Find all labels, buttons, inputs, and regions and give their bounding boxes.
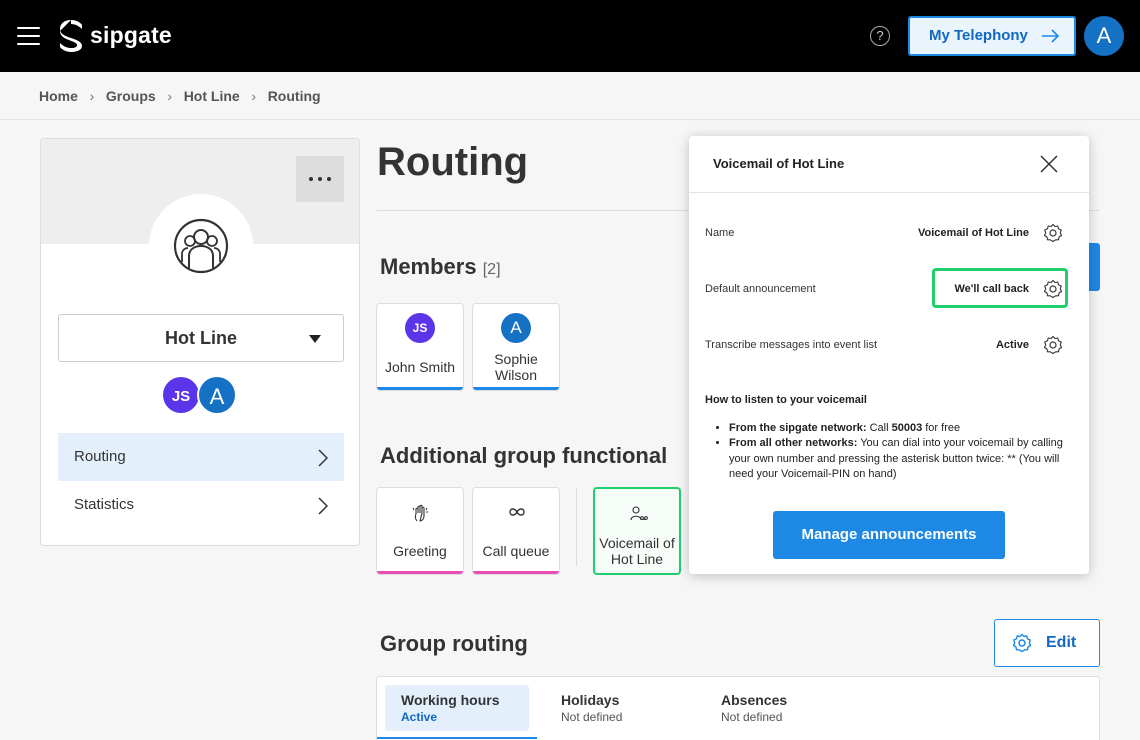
- breadcrumb-bar: Home › Groups › Hot Line › Routing: [0, 72, 1140, 120]
- breadcrumb-groups[interactable]: Groups: [106, 88, 156, 104]
- breadcrumb-routing: Routing: [267, 88, 321, 104]
- instructions-title: How to listen to your voicemail: [705, 394, 867, 406]
- edit-label: Edit: [1046, 634, 1077, 651]
- setting-label: Name: [705, 227, 735, 239]
- voicemail-person-icon: [630, 506, 648, 521]
- instruction-text: Call: [866, 421, 892, 434]
- member-name: John Smith: [384, 359, 456, 375]
- instruction-heading: From the sipgate network:: [729, 421, 867, 434]
- member-avatar: JS: [405, 313, 435, 343]
- group-avatar: [149, 194, 253, 298]
- function-name: Greeting: [393, 543, 447, 559]
- sidebar-item-label: Statistics: [74, 496, 135, 513]
- member-name: Sophie Wilson: [494, 351, 538, 383]
- member-avatar-a[interactable]: A: [197, 375, 237, 415]
- tile-accent: [473, 571, 559, 574]
- member-avatar-js[interactable]: JS: [161, 375, 201, 415]
- function-name: Voicemail of Hot Line: [599, 535, 675, 567]
- members-heading: Members [2]: [380, 254, 501, 280]
- functions-heading: Additional group functional: [380, 443, 668, 468]
- group-card: Hot Line JS A Routing Statistics: [40, 138, 360, 546]
- group-name: Hot Line: [165, 328, 237, 348]
- popover-title: Voicemail of Hot Line: [713, 156, 845, 171]
- members-title: Members: [380, 254, 477, 279]
- tile-accent: [377, 387, 463, 390]
- sidebar-item-label: Routing: [74, 448, 126, 465]
- setting-value: Active: [995, 339, 1029, 351]
- chevron-right-icon: ›: [251, 88, 257, 104]
- hand-wave-icon: [412, 504, 428, 522]
- members-count: [2]: [482, 261, 501, 278]
- infinity-icon: [509, 508, 525, 516]
- active-tab-indicator: [377, 737, 537, 739]
- chevron-right-icon: ›: [89, 88, 95, 104]
- chevron-right-icon: [318, 497, 328, 515]
- instruction-item: From all other networks: You can dial in…: [729, 436, 1065, 483]
- top-bar: sipgate ? My Telephony A: [0, 0, 1140, 72]
- tile-accent: [473, 387, 559, 390]
- function-tile-greeting[interactable]: Greeting: [376, 487, 464, 575]
- brand-name[interactable]: sipgate: [90, 22, 172, 49]
- function-tile-call-queue[interactable]: Call queue: [472, 487, 560, 575]
- menu-icon[interactable]: [17, 27, 40, 45]
- manage-announcements-button[interactable]: Manage announcements: [773, 511, 1005, 559]
- sidebar-item-statistics[interactable]: Statistics: [58, 481, 344, 529]
- instruction-text: for free: [922, 421, 961, 434]
- voicemail-instructions: How to listen to your voicemail From the…: [705, 393, 1065, 483]
- group-routing-heading: Group routing: [380, 631, 528, 656]
- voicemail-popover: Voicemail of Hot Line Name Voicemail of …: [689, 136, 1089, 574]
- breadcrumb-home[interactable]: Home: [39, 88, 78, 104]
- breadcrumb-hot-line[interactable]: Hot Line: [184, 88, 240, 104]
- arrow-right-icon: [1042, 29, 1060, 43]
- function-name: Call queue: [482, 543, 550, 559]
- tab-absences[interactable]: Absences Not defined: [705, 685, 849, 731]
- my-telephony-button[interactable]: My Telephony: [908, 16, 1076, 56]
- divider: [576, 488, 577, 566]
- tab-holidays[interactable]: Holidays Not defined: [545, 685, 689, 731]
- page-title: Routing: [377, 140, 529, 184]
- popover-header: Voicemail of Hot Line: [689, 136, 1089, 193]
- focus-highlight: [932, 268, 1068, 308]
- routing-tabs: Working hours Active Holidays Not define…: [376, 676, 1100, 740]
- group-icon: [173, 218, 229, 274]
- tab-title: Holidays: [561, 692, 620, 708]
- user-avatar[interactable]: A: [1084, 16, 1124, 56]
- member-tile-sophie-wilson[interactable]: A Sophie Wilson: [472, 303, 560, 391]
- gear-icon[interactable]: [1043, 335, 1063, 355]
- member-avatar: A: [501, 313, 531, 343]
- sipgate-logo-icon[interactable]: [59, 19, 83, 53]
- help-icon[interactable]: ?: [870, 26, 890, 46]
- function-tile-voicemail[interactable]: Voicemail of Hot Line: [593, 487, 681, 575]
- instruction-heading: From all other networks:: [729, 437, 858, 449]
- sidebar-item-routing[interactable]: Routing: [58, 433, 344, 481]
- group-selector[interactable]: Hot Line: [58, 314, 344, 362]
- breadcrumb: Home › Groups › Hot Line › Routing: [39, 88, 321, 104]
- instructions-list: From the sipgate network: Call 50003 for…: [705, 421, 1065, 483]
- voicemail-number: 50003: [891, 421, 923, 434]
- tab-status: Not defined: [561, 710, 623, 724]
- gear-icon[interactable]: [1043, 223, 1063, 243]
- my-telephony-label: My Telephony: [929, 27, 1028, 44]
- edit-button[interactable]: Edit: [994, 619, 1100, 667]
- chevron-right-icon: [318, 449, 328, 467]
- setting-label: Transcribe messages into event list: [705, 339, 877, 351]
- setting-label: Default announcement: [705, 283, 816, 295]
- tab-title: Working hours: [401, 692, 500, 708]
- tile-accent: [377, 571, 463, 574]
- member-tile-john-smith[interactable]: JS John Smith: [376, 303, 464, 391]
- gear-icon: [1012, 633, 1032, 653]
- add-button-edge[interactable]: [1088, 243, 1100, 291]
- close-icon[interactable]: [1040, 155, 1058, 173]
- setting-row-name: Name Voicemail of Hot Line: [705, 223, 1073, 243]
- setting-value: Voicemail of Hot Line: [917, 227, 1029, 239]
- tab-title: Absences: [721, 692, 788, 708]
- caret-down-icon: [309, 335, 321, 343]
- tab-status: Not defined: [721, 710, 783, 724]
- setting-row-transcribe: Transcribe messages into event list Acti…: [705, 335, 1073, 355]
- tab-status: Active: [401, 710, 438, 724]
- tab-working-hours[interactable]: Working hours Active: [385, 685, 529, 731]
- instruction-item: From the sipgate network: Call 50003 for…: [729, 421, 1065, 437]
- more-options-button[interactable]: [296, 156, 344, 202]
- chevron-right-icon: ›: [167, 88, 173, 104]
